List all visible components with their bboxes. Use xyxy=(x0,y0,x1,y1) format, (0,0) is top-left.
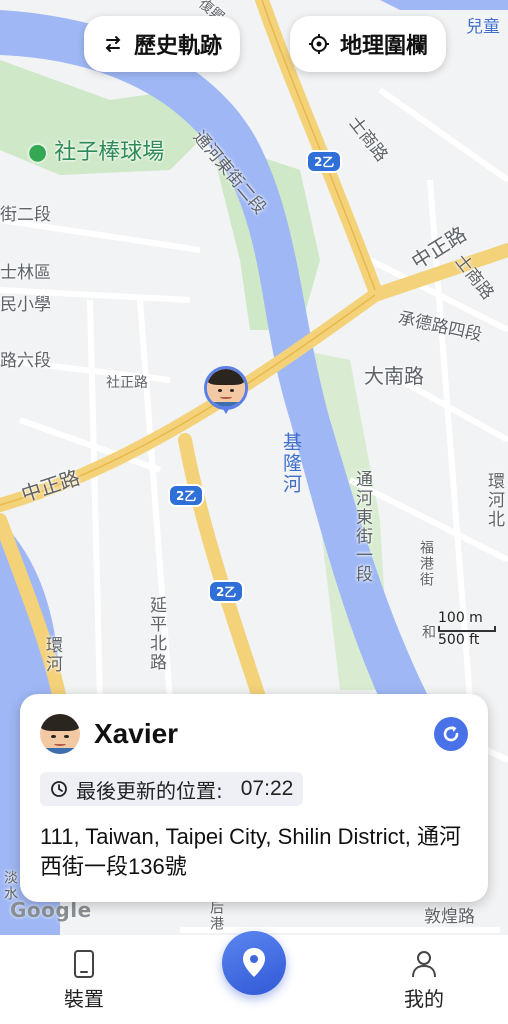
road-label-huanhe: 環河 xyxy=(42,636,62,674)
address-text: 111, Taiwan, Taipei City, Shilin Distric… xyxy=(40,824,462,879)
person-icon xyxy=(412,951,436,978)
place-label-he: 和 xyxy=(422,625,436,641)
marker-pointer xyxy=(221,406,231,414)
nav-device-label: 裝置 xyxy=(64,987,104,1011)
road-label-dunhuang: 敦煌路 xyxy=(424,907,475,927)
last-update-time: 07:22 xyxy=(240,777,294,800)
history-track-button[interactable]: 歷史軌跡 xyxy=(84,16,241,72)
scale-metric-label: 100 m xyxy=(438,610,483,626)
nav-profile-label: 我的 xyxy=(404,987,444,1011)
geofence-button[interactable]: 地理圍欄 xyxy=(290,16,447,72)
person-name: Xavier xyxy=(94,718,179,749)
last-update-chip: 最後更新的位置: 07:22 xyxy=(40,772,304,806)
road-label-bottom-mid: 后港 xyxy=(208,900,224,932)
location-info-card: Xavier 最後更新的位置: 07:22 111, Taiwan, Taipe… xyxy=(20,694,488,902)
history-track-label: 歷史軌跡 xyxy=(134,34,223,59)
district-label-shilin: 士林區 xyxy=(0,263,51,283)
road-label-tonghe-east-1: 通河東街一段 xyxy=(352,470,372,584)
park-label: ● 社子棒球場 xyxy=(28,140,165,165)
route-shield: 2乙 xyxy=(306,150,343,173)
road-label-shezheng: 社正路 xyxy=(106,375,148,391)
river-label: 基隆河 xyxy=(280,432,302,495)
nav-device[interactable]: 裝置 xyxy=(44,949,124,1012)
road-label-street-2: 街二段 xyxy=(0,205,51,225)
location-pin-icon xyxy=(243,948,265,977)
nav-profile[interactable]: 我的 xyxy=(384,949,464,1012)
avatar xyxy=(207,369,245,407)
phone-icon xyxy=(74,950,94,978)
route-shield: 2乙 xyxy=(168,484,205,507)
target-icon xyxy=(309,34,329,54)
road-label-road-6: 路六段 xyxy=(0,351,51,371)
card-header: Xavier xyxy=(40,712,468,756)
bottom-navigation: 裝置 我的 xyxy=(0,931,508,1024)
route-shield: 2乙 xyxy=(208,580,245,603)
location-nav-button[interactable] xyxy=(222,931,286,995)
refresh-button[interactable] xyxy=(434,717,468,751)
tracked-person-map-marker[interactable] xyxy=(204,366,248,410)
road-label-danan: 大南路 xyxy=(364,364,424,388)
road-label-huanhe-north: 環河北 xyxy=(484,472,504,529)
clock-icon xyxy=(51,781,67,797)
last-update-label: 最後更新的位置: xyxy=(76,778,223,803)
avatar xyxy=(40,714,80,754)
place-label-school: 民小學 xyxy=(0,295,51,315)
road-label-fugang: 福港街 xyxy=(418,540,434,588)
refresh-icon xyxy=(443,726,459,742)
road-label-yanping-north: 延平北路 xyxy=(146,596,166,672)
scale-imperial-label: 500 ft xyxy=(438,632,480,648)
geofence-label: 地理圍欄 xyxy=(340,34,429,59)
map-scale: 100 m 500 ft xyxy=(438,610,496,648)
swap-arrows-icon xyxy=(105,36,121,52)
place-label-top-right: 兒童 xyxy=(466,17,500,37)
